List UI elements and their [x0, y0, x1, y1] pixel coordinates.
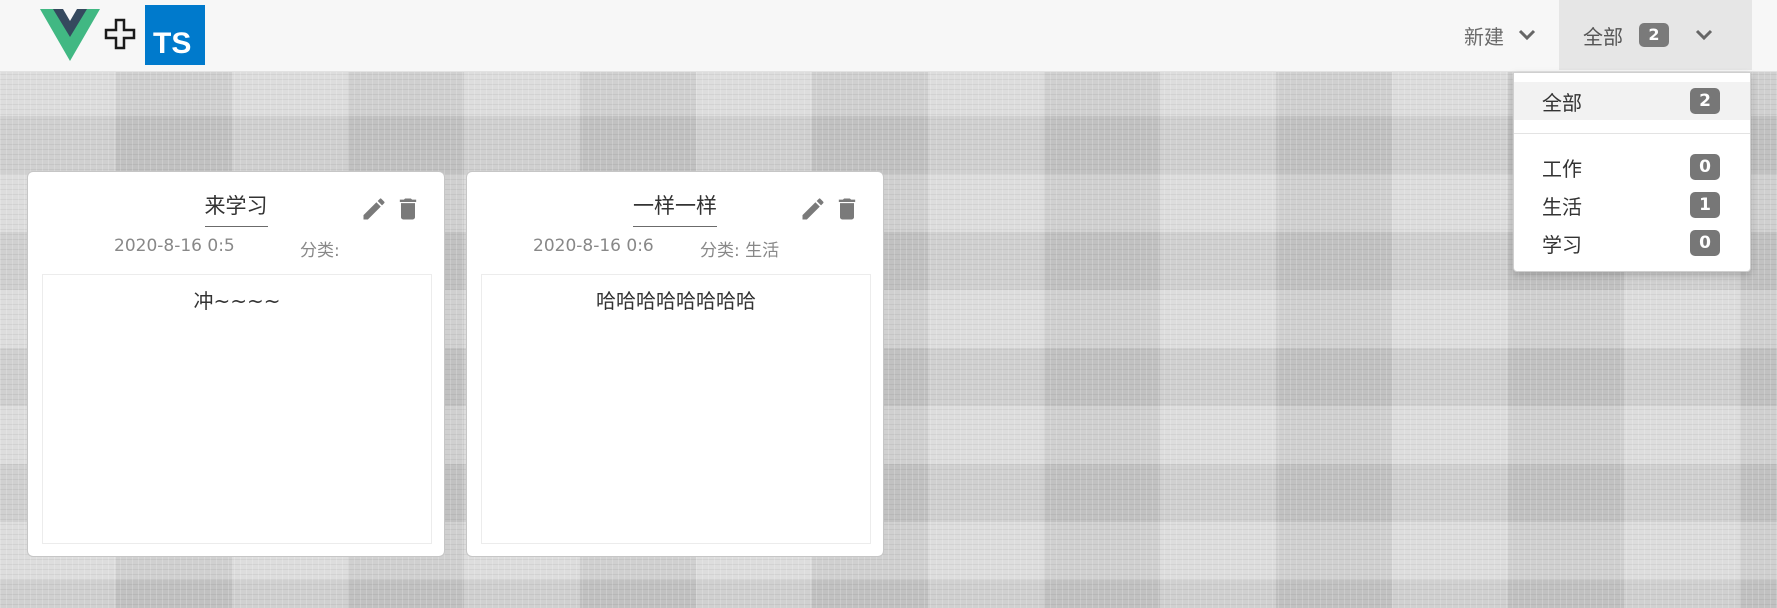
- category-dropdown: 全部 2 工作 0 生活 1 学习 0: [1513, 72, 1751, 272]
- note-category: 分类: 生活: [700, 241, 780, 261]
- note-card: 来学习 2020-8-16 0:5 分类: 冲~~~~: [27, 171, 445, 557]
- dropdown-item-all[interactable]: 全部 2: [1514, 82, 1750, 120]
- pencil-icon[interactable]: [799, 195, 827, 223]
- dropdown-item-count: 2: [1690, 88, 1720, 114]
- typescript-logo-text: TS: [153, 27, 192, 60]
- dropdown-divider: [1514, 133, 1750, 134]
- dropdown-item-label: 生活: [1542, 194, 1582, 219]
- dropdown-item-label: 工作: [1542, 156, 1582, 181]
- dropdown-item-label: 全部: [1542, 90, 1582, 115]
- dropdown-item-count: 0: [1690, 154, 1720, 180]
- note-card: 一样一样 2020-8-16 0:6 分类: 生活 哈哈哈哈哈哈哈哈: [466, 171, 884, 557]
- new-note-label: 新建: [1464, 24, 1504, 49]
- note-title-text: 一样一样: [633, 190, 717, 227]
- note-category: 分类:: [300, 241, 340, 261]
- note-content[interactable]: 冲~~~~: [42, 274, 432, 544]
- chevron-down-icon: [1695, 29, 1713, 41]
- note-date: 2020-8-16 0:6: [533, 236, 654, 256]
- top-navbar: TS 新建 全部 2: [0, 0, 1777, 72]
- category-filter-menu[interactable]: 全部 2: [1559, 0, 1752, 70]
- dropdown-item-work[interactable]: 工作 0: [1514, 148, 1750, 186]
- pencil-icon[interactable]: [360, 195, 388, 223]
- dropdown-item-label: 学习: [1542, 232, 1582, 257]
- dropdown-item-count: 1: [1690, 192, 1720, 218]
- filter-count-badge: 2: [1639, 23, 1669, 47]
- dropdown-item-study[interactable]: 学习 0: [1514, 224, 1750, 262]
- vue-typescript-logo[interactable]: TS: [40, 5, 210, 65]
- chevron-down-icon: [1518, 29, 1536, 41]
- note-content[interactable]: 哈哈哈哈哈哈哈哈: [481, 274, 871, 544]
- new-note-menu[interactable]: 新建: [1440, 0, 1560, 70]
- filter-label: 全部: [1583, 24, 1623, 49]
- note-title-text: 来学习: [204, 190, 268, 227]
- trash-icon[interactable]: [394, 195, 422, 223]
- note-date: 2020-8-16 0:5: [114, 236, 235, 256]
- trash-icon[interactable]: [833, 195, 861, 223]
- dropdown-item-count: 0: [1690, 230, 1720, 256]
- dropdown-item-life[interactable]: 生活 1: [1514, 186, 1750, 224]
